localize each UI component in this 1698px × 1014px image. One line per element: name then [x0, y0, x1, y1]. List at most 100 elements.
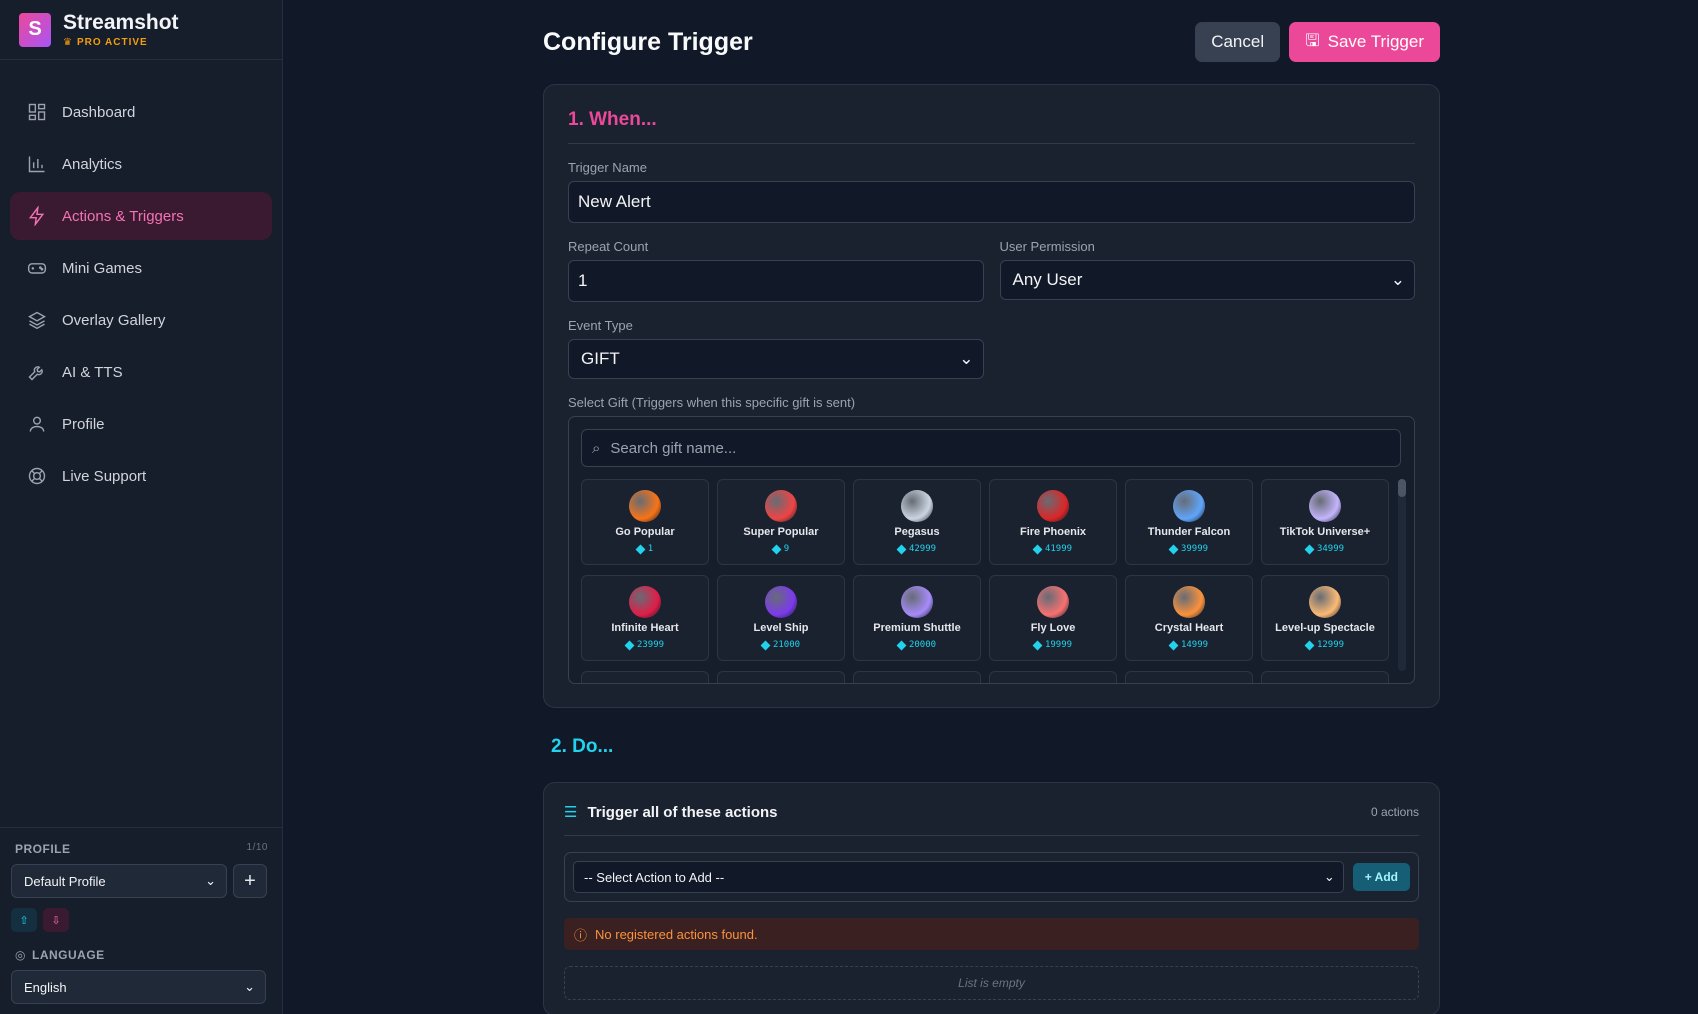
- gift-search-placeholder: Search gift name...: [610, 439, 737, 457]
- add-profile-button[interactable]: +: [233, 864, 267, 898]
- lifebuoy-icon: [26, 465, 48, 487]
- sidebar-footer: PROFILE 1/10 Default Profile ⌄ + ⇧ ⇩ ◎ L…: [0, 827, 283, 1014]
- gift-image: [901, 490, 933, 522]
- gift-name: Crystal Heart: [1154, 622, 1224, 634]
- diamond-icon: [896, 640, 907, 650]
- repeat-count-input[interactable]: 1: [568, 260, 984, 302]
- sidebar-item-dashboard[interactable]: Dashboard: [10, 88, 272, 136]
- app-logo: S: [19, 12, 51, 47]
- gamepad-icon: [26, 257, 48, 279]
- save-trigger-button[interactable]: 🖫 Save Trigger: [1289, 22, 1440, 62]
- export-profile-button[interactable]: ⇧: [11, 908, 37, 932]
- gift-image: [629, 586, 661, 618]
- gift-card[interactable]: TikTok Universe+ 34999: [1261, 479, 1389, 565]
- sidebar-item-overlay-gallery[interactable]: Overlay Gallery: [10, 296, 272, 344]
- gift-price: 42999: [896, 544, 937, 554]
- profile-section-label: PROFILE 1/10: [11, 842, 272, 856]
- gift-card[interactable]: Thunder Falcon 39999: [1125, 479, 1253, 565]
- sidebar-item-label: Live Support: [62, 467, 147, 485]
- actions-count: 0 actions: [1370, 805, 1419, 819]
- gift-card[interactable]: Fire Phoenix 41999: [989, 479, 1117, 565]
- crown-icon: ♛: [63, 36, 73, 48]
- gift-card[interactable]: [989, 671, 1117, 683]
- diamond-icon: [1032, 640, 1043, 650]
- sidebar: S Streamshot ♛ PRO ACTIVE Dashboard Anal…: [0, 0, 283, 1014]
- lightning-icon: [26, 205, 48, 227]
- sidebar-item-label: Profile: [62, 415, 105, 433]
- gift-card[interactable]: [1125, 671, 1253, 683]
- gift-card[interactable]: [1261, 671, 1389, 683]
- add-action-button[interactable]: + Add: [1352, 863, 1410, 891]
- gift-image: [1173, 490, 1205, 522]
- gift-price: 41999: [1032, 544, 1072, 554]
- action-select[interactable]: -- Select Action to Add -- ⌄: [573, 861, 1344, 893]
- diamond-icon: [896, 544, 907, 554]
- gift-card[interactable]: Pegasus 42999: [853, 479, 981, 565]
- gift-price-value: 21000: [772, 640, 801, 650]
- sidebar-item-actions-triggers[interactable]: Actions & Triggers: [10, 192, 272, 240]
- language-select[interactable]: English ⌄: [11, 970, 266, 1004]
- gift-price: 39999: [1168, 544, 1208, 554]
- checklist-icon: ☰: [564, 804, 578, 821]
- chevron-down-icon: ⌄: [244, 979, 255, 994]
- gift-image: [1309, 586, 1341, 618]
- gift-picker: ⌕ Search gift name... Go Popular 1 Super P…: [568, 416, 1415, 684]
- repeat-count-value: 1: [578, 271, 588, 290]
- no-actions-warning: ⓘ No registered actions found.: [564, 918, 1419, 950]
- do-section: ☰ Trigger all of these actions 0 actions…: [543, 782, 1440, 1014]
- event-type-select[interactable]: GIFT ⌄: [568, 339, 984, 379]
- gift-card[interactable]: Crystal Heart 14999: [1125, 575, 1253, 661]
- trigger-name-input[interactable]: New Alert: [568, 181, 1415, 223]
- gift-card[interactable]: [581, 671, 709, 683]
- gift-card[interactable]: Fly Love 19999: [989, 575, 1117, 661]
- upload-icon: ⇧: [19, 914, 29, 927]
- gift-price: 21000: [760, 640, 801, 650]
- save-trigger-label: Save Trigger: [1327, 32, 1424, 51]
- gift-price-value: 19999: [1044, 640, 1073, 650]
- gift-name: Level-up Spectacle: [1275, 622, 1375, 634]
- gift-card[interactable]: Level Ship 21000: [717, 575, 845, 661]
- diamond-icon: [771, 544, 782, 554]
- sidebar-item-analytics[interactable]: Analytics: [10, 140, 272, 188]
- diamond-icon: [1032, 544, 1043, 554]
- pro-badge-label: PRO ACTIVE: [76, 36, 148, 48]
- gift-price: 12999: [1304, 640, 1344, 650]
- sidebar-item-mini-games[interactable]: Mini Games: [10, 244, 272, 292]
- gift-scrollbar[interactable]: [1398, 479, 1406, 671]
- language-section-label: ◎ LANGUAGE: [11, 948, 272, 962]
- user-permission-label: User Permission: [999, 239, 1095, 254]
- gift-card[interactable]: Premium Shuttle 20000: [853, 575, 981, 661]
- user-permission-value: Any User: [1012, 270, 1083, 289]
- event-type-value: GIFT: [581, 349, 620, 368]
- globe-icon: ◎: [15, 948, 26, 962]
- gift-scroll-thumb[interactable]: [1398, 479, 1406, 497]
- diamond-icon: [1304, 544, 1315, 554]
- do-section-title: 2. Do...: [551, 736, 614, 757]
- gift-card[interactable]: [853, 671, 981, 683]
- event-type-label: Event Type: [568, 318, 633, 333]
- chevron-down-icon: ⌄: [959, 349, 974, 368]
- gift-price-value: 34999: [1316, 544, 1345, 554]
- cancel-button[interactable]: Cancel: [1195, 22, 1281, 62]
- user-permission-select[interactable]: Any User ⌄: [999, 260, 1415, 300]
- gift-price-value: 20000: [908, 640, 937, 650]
- sidebar-item-live-support[interactable]: Live Support: [10, 452, 272, 500]
- gift-card[interactable]: Level-up Spectacle 12999: [1261, 575, 1389, 661]
- gift-name: Infinite Heart: [611, 622, 679, 634]
- sidebar-item-ai-tts[interactable]: AI & TTS: [10, 348, 272, 396]
- gift-search-input[interactable]: ⌕ Search gift name...: [581, 429, 1401, 467]
- gift-card[interactable]: [717, 671, 845, 683]
- language-label: LANGUAGE: [31, 948, 105, 962]
- gift-card[interactable]: Super Popular 9: [717, 479, 845, 565]
- gift-card[interactable]: Infinite Heart 23999: [581, 575, 709, 661]
- gift-price: 23999: [624, 640, 664, 650]
- sidebar-item-profile[interactable]: Profile: [10, 400, 272, 448]
- sidebar-item-label: AI & TTS: [62, 363, 123, 381]
- gift-name: Super Popular: [743, 526, 819, 538]
- gift-image: [1037, 586, 1069, 618]
- profile-select[interactable]: Default Profile ⌄: [11, 864, 227, 898]
- gift-card[interactable]: Go Popular 1: [581, 479, 709, 565]
- gift-name: Fly Love: [1030, 622, 1076, 634]
- gift-price-value: 42999: [908, 544, 937, 554]
- import-profile-button[interactable]: ⇩: [43, 908, 69, 932]
